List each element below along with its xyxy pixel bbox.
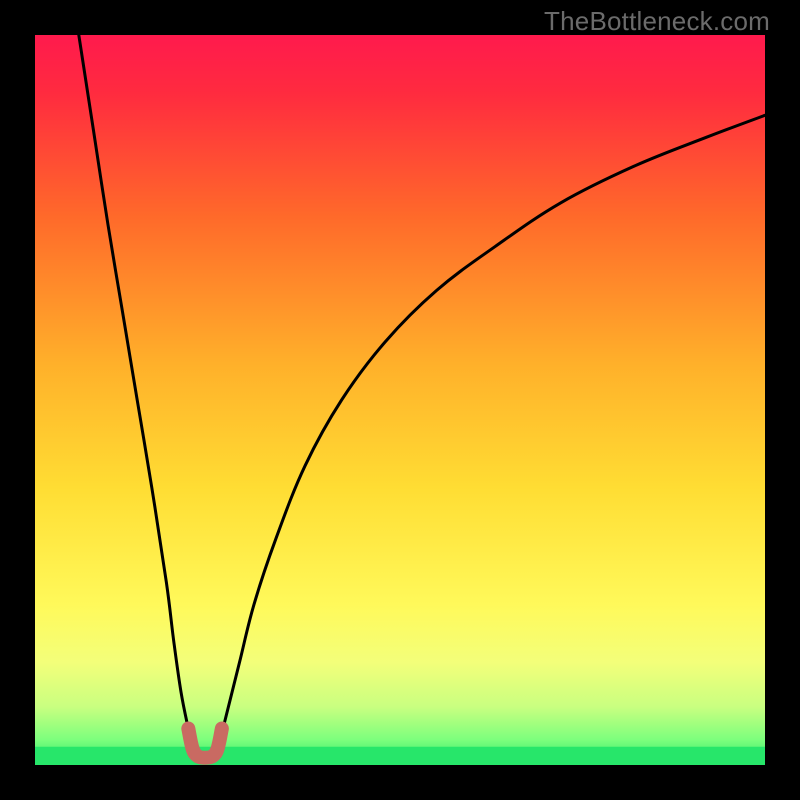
watermark-text: TheBottleneck.com bbox=[544, 6, 770, 37]
chart-frame: TheBottleneck.com bbox=[0, 0, 800, 800]
bottom-band bbox=[35, 747, 765, 765]
plot-area bbox=[35, 35, 765, 765]
gradient-background bbox=[35, 35, 765, 765]
chart-canvas bbox=[35, 35, 765, 765]
